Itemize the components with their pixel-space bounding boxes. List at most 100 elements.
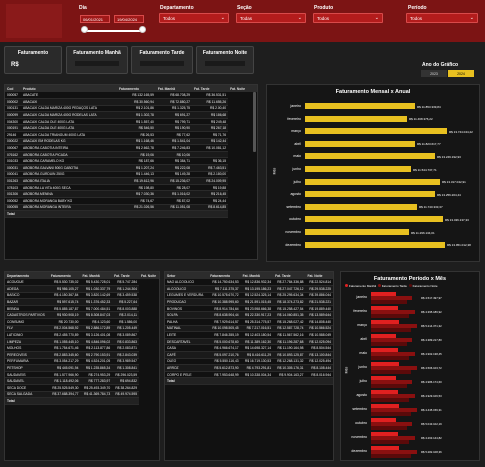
table-row[interactable]: 000131 ABACAXI CALDA MARIZA 400G PEDAÇOS …	[5, 105, 257, 113]
col-header[interactable]: Departamento	[5, 272, 49, 279]
table-row[interactable]: 000191 ABACAXI CALDA OLE 400G LATA R$ 546,…	[5, 124, 257, 133]
chart-periodo-bar[interactable]	[371, 356, 409, 361]
table-row[interactable]: BEBIDA R$ 5.885.187,87 R$ 7.000.484,51 R$ 8…	[5, 305, 159, 313]
col-header[interactable]: Fat. Manhã	[80, 272, 113, 279]
table-row[interactable]: BOVINOS R$ 8.914.784,64 R$ 23.958.666,38 R$…	[165, 305, 333, 313]
table-row[interactable]: BASICO R$ 4.150.367,84 R$ 3.820.142,69 R$ 3…	[5, 292, 159, 300]
product-table-scrollbar[interactable]	[253, 92, 256, 152]
table-row[interactable]: CAFÉ R$ 5.097.210,76 R$ 8.416.611,29 R$ 10.…	[165, 351, 333, 359]
produto-dropdown[interactable]: Todos ⌄	[313, 13, 383, 23]
chart-periodo-bar[interactable]	[371, 440, 409, 445]
table-row[interactable]: ARROZ R$ 5.612.873,90 R$ 4.793.291,81 R$ 10…	[165, 364, 333, 372]
chart-mensal-bar[interactable]	[305, 128, 447, 135]
col-header[interactable]: Produto	[21, 85, 117, 92]
chart-mensal-bar[interactable]	[305, 103, 415, 109]
col-header[interactable]: Fat. Noite	[139, 272, 159, 279]
col-header[interactable]: Fat. Noite	[228, 85, 257, 92]
table-row[interactable]: PETSHOP R$ 445.091,94 R$ 1.235.865,34 R$ 1.…	[5, 364, 159, 372]
table-row[interactable]: SAUDAVEIS R$ 1.577.966,90 R$ 274.953,29 R$ …	[5, 371, 159, 379]
col-header[interactable]: Faturamento	[117, 85, 156, 92]
chart-mensal-bar[interactable]	[305, 241, 445, 248]
table-row[interactable]: LEGUMES E VERDURA R$ 10.578.670,72 R$ 12.5…	[165, 292, 333, 300]
chart-periodo-bar[interactable]	[371, 314, 409, 319]
table-row[interactable]: 076162 ABOBORA CABOTIA PICADA R$ 19,06 R$ 1…	[5, 151, 257, 159]
table-row[interactable]: 000055 ABOBORA MORANGA INTEIRA R$ 21.026,5…	[5, 204, 257, 212]
chart-periodo-bar[interactable]	[371, 384, 407, 389]
col-header[interactable]: Faturamento	[48, 272, 81, 279]
legend-item[interactable]: Faturamento Noite	[413, 284, 438, 288]
table-row[interactable]: SOLPA R$ 8.638.904,44 R$ 22.330.917,23 R$ 1…	[165, 311, 333, 320]
table-row[interactable]: CONSUMO R$ 20.730,00 R$ 4.123,60 R$ 1.586,0…	[5, 318, 159, 326]
table-row[interactable]: CADASTROS PARTIVOS R$ 930.908,19 R$ 8.308.…	[5, 311, 159, 320]
secao-dropdown[interactable]: Todas ⌄	[236, 13, 306, 23]
table-row[interactable]: SECA SALGADA R$ 37.688.394,77 R$ 41.369.78…	[5, 391, 159, 399]
table-row[interactable]: 000002 ABACAXI R$ 30.560,94 R$ 72.880,27 R$ …	[5, 98, 257, 106]
chart-periodo-bar[interactable]	[371, 412, 411, 417]
date-slider-start-handle[interactable]	[81, 26, 88, 33]
col-header[interactable]: Faturamento	[208, 272, 241, 279]
table-row[interactable]: PRODUCAO R$ 10.388.995,60 R$ 21.591.015,45…	[165, 298, 333, 306]
table-row[interactable]: 001306 ABOBORA MENINA R$ 7.030,36 R$ 1.016,…	[5, 190, 257, 198]
table-row[interactable]: SAUDAVEL R$ 1.118.492,06 R$ 777.283,97 R$ 6…	[5, 377, 159, 385]
chart-mensal-bar[interactable]	[305, 166, 411, 172]
table-row[interactable]: PERFUMARIA R$ 3.054.217,29 R$ 4.524.201,05…	[5, 358, 159, 366]
table-row[interactable]: 001263 ABOBORA ITALIA R$ 19.612,96 R$ 15.23…	[5, 177, 257, 185]
chart-periodo-bar[interactable]	[371, 398, 409, 403]
col-header[interactable]: Fat. Noite	[305, 272, 333, 279]
col-header[interactable]: Fat. Tarde	[192, 85, 229, 92]
chart-mensal-bar[interactable]	[305, 203, 417, 210]
table-row[interactable]: LATICINIO R$ 2.455.770,89 R$ 3.126.401,08 R…	[5, 331, 159, 339]
table-row[interactable]: MOLHOS R$ 1.754.671,46 R$ 2.113.877,86 R$ 2…	[5, 344, 159, 353]
chart-mensal-bar[interactable]	[305, 216, 443, 223]
table-row[interactable]: LIMPEZA R$ 1.055.445,10 R$ 4.846.096,02 R$ …	[5, 338, 159, 346]
table-row[interactable]: 000041 ABOBORA GURDUIN 250G R$ 1.446,13 R$ …	[5, 171, 257, 179]
table-row[interactable]: DESCARTAVEL R$ 5.000.678,60 R$ 11.389.162,…	[165, 338, 333, 346]
col-header[interactable]: Setor	[165, 272, 209, 279]
chart-mensal-bar[interactable]	[305, 178, 440, 185]
chart-mensal-bar[interactable]	[305, 115, 407, 122]
table-row[interactable]: 000067 ABOBORA CABOTIA INTEIRA R$ 2.662,78…	[5, 144, 257, 152]
col-header[interactable]: Cod	[5, 85, 21, 92]
date-slider-track[interactable]	[84, 30, 144, 32]
legend-item[interactable]: Faturamento Tarde	[382, 284, 407, 288]
chart-mensal-bar[interactable]	[305, 140, 415, 147]
table-row[interactable]: ACOUGUE R$ 5.530.735,02 R$ 5.430.728,01 R$ …	[5, 279, 159, 287]
table-row[interactable]: 004300 ABACAXI CALDA OLE 400G LATA R$ 1.55…	[5, 118, 257, 126]
chart-mensal-bar[interactable]	[305, 153, 435, 160]
chart-periodo-bar[interactable]	[371, 426, 407, 431]
legend-item[interactable]: Faturamento Manhã	[349, 284, 376, 288]
chart-mensal-bar[interactable]	[305, 191, 435, 198]
table-row[interactable]: CORPO E PELE R$ 7.953.648,99 R$ 10.338.004…	[165, 371, 333, 379]
table-row[interactable]: NAO ALCOOLICO R$ 14.750.634,53 R$ 12.836.9…	[165, 279, 333, 287]
table-row[interactable]: ALCOOLICO R$ 7.111.375,37 R$ 13.195.186,23…	[165, 285, 333, 293]
year-button-2024[interactable]: 2024	[448, 70, 474, 77]
chart-periodo-bar[interactable]	[371, 328, 411, 333]
departamento-dropdown[interactable]: Todos ⌄	[159, 13, 229, 23]
table-row[interactable]: FLV R$ 2.004.568,92 R$ 2.886.172,89 R$ 1.20…	[5, 325, 159, 333]
col-header[interactable]: Fat. Tarde	[112, 272, 140, 279]
table-row[interactable]: PALHA R$ 7.929.614,57 R$ 25.314.775,57 R$ 1…	[165, 318, 333, 326]
chart-mensal-bar[interactable]	[305, 229, 409, 235]
table-row[interactable]: 000031 ABOBORA GALVANI 500G CABOTIA R$ 1.2…	[5, 164, 257, 172]
table-row[interactable]: LEITE R$ 7.846.355,19 R$ 12.403.180,54 R$ 1…	[165, 331, 333, 339]
table-row[interactable]: CASA R$ 4.966.674,17 R$ 14.698.327,14 R$ 11…	[165, 344, 333, 353]
date-end-input[interactable]: 19/04/2024	[114, 15, 144, 23]
chart-periodo-bar[interactable]	[371, 300, 407, 305]
table-row[interactable]: 000099 ABACAXI CALDA MARIZA 400G RODELAS …	[5, 111, 257, 119]
col-header[interactable]: Fat. Tarde	[273, 272, 306, 279]
table-row[interactable]: 29146 ABACAXI CALDA TRIANGUM 400G LATA R$ …	[5, 131, 257, 139]
table-row[interactable]: 000052 ABOBORA MORANGA BABY KG R$ 74,67 R$ …	[5, 197, 257, 205]
table-row[interactable]: ADEGA R$ 986.105,27 R$ 1.030.337,79 R$ 1.24…	[5, 285, 159, 293]
date-start-input[interactable]: 06/01/2021	[80, 15, 110, 23]
table-row[interactable]: MATINAL R$ 10.098.505,45 R$ 7.217.016,51 R$…	[165, 325, 333, 333]
table-row[interactable]: 000057 ABACATE R$ 132.165,59 R$ 68.708,29 R$…	[5, 92, 257, 100]
table-row[interactable]: BAZAR R$ 597.615,74 R$ 1.376.452,33 R$ 5.22…	[5, 298, 159, 306]
table-row[interactable]: 078103 ABOBORA LA VITA 400G SECA R$ 198,80…	[5, 184, 257, 192]
year-button-2023[interactable]: 2023	[421, 70, 447, 77]
table-row[interactable]: OLEO R$ 5.550.116,43 R$ 16.719.130,53 R$ 12…	[165, 358, 333, 366]
col-header[interactable]: Fat. Manhã	[155, 85, 192, 92]
periodo-dropdown[interactable]: Todos ⌄	[406, 13, 478, 23]
chart-periodo-bar[interactable]	[371, 342, 407, 347]
table-row[interactable]: 001033 ABOBORA CARAMELO KG R$ 187,66 R$ 384…	[5, 157, 257, 166]
col-header[interactable]: Fat. Manhã	[240, 272, 274, 279]
